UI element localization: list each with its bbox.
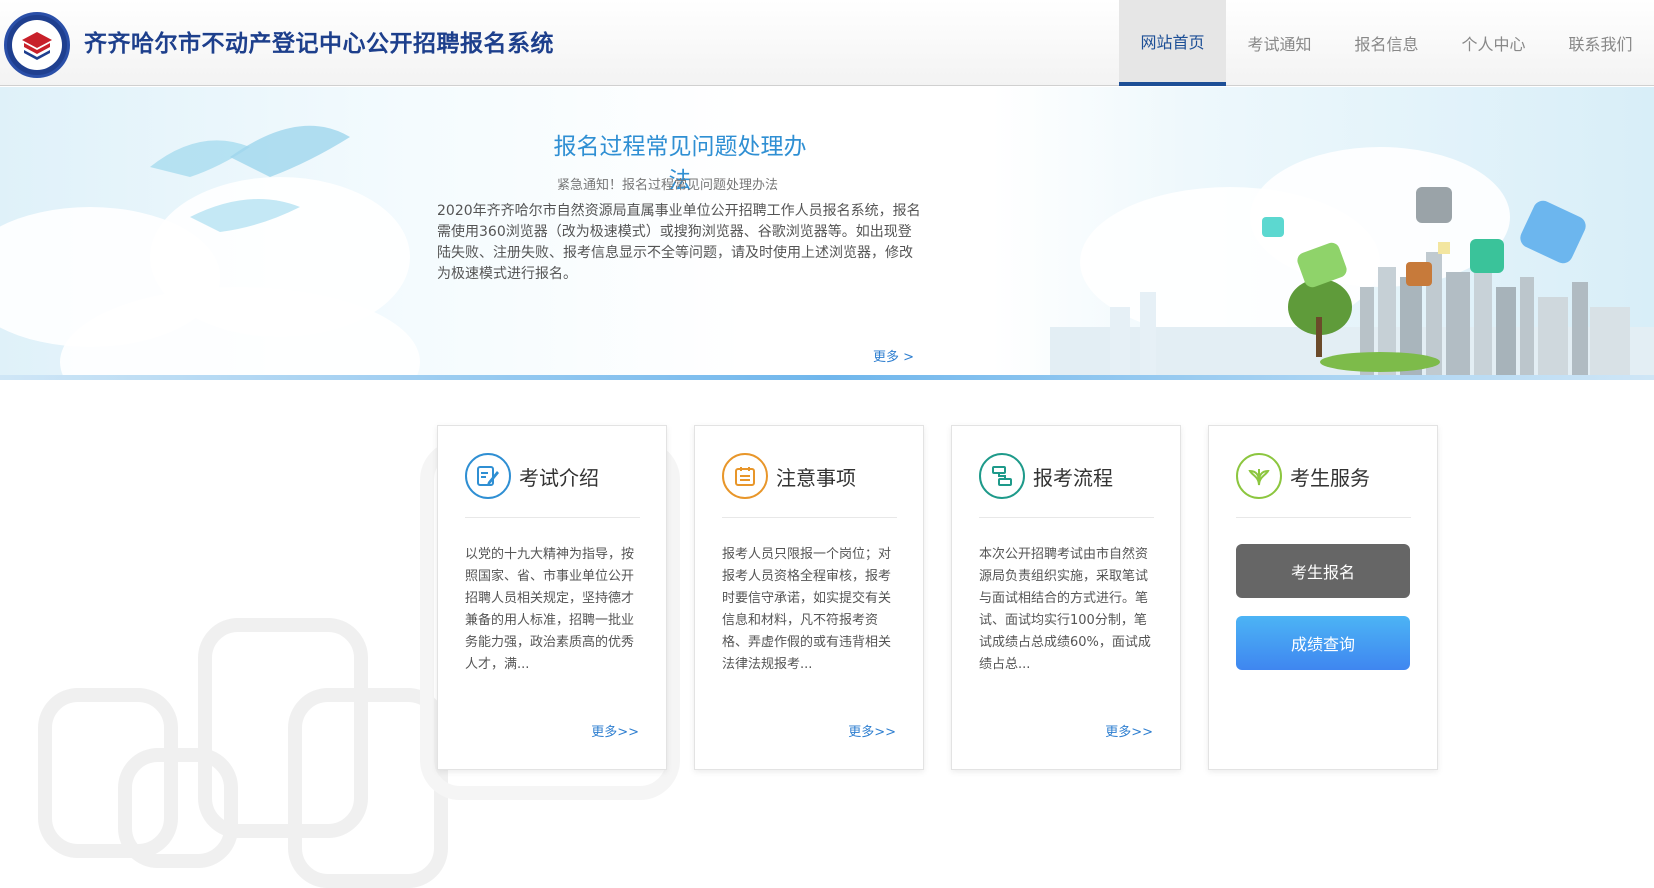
score-query-button[interactable]: 成绩查询 (1236, 616, 1410, 670)
card-exam-intro: 考试介绍 以党的十九大精神为指导，按照国家、省、市事业单位公开招聘人员相关规定，… (437, 425, 667, 770)
edit-document-icon (465, 453, 511, 499)
card-text: 报考人员只限报一个岗位；对报考人员资格全程审核，报考时要信守承诺，如实提交有关信… (722, 547, 892, 672)
nav-item-registration-info[interactable]: 报名信息 (1333, 0, 1440, 86)
card-more-link[interactable]: 更多>> (1105, 721, 1153, 740)
banner: 报名过程常见问题处理办法 紧急通知！报名过程常见问题处理办法 2020年齐齐哈尔… (0, 87, 1654, 375)
card-candidate-service: 考生服务 考生报名 成绩查询 (1208, 425, 1438, 770)
logo[interactable] (4, 12, 70, 78)
flow-chart-icon (979, 453, 1025, 499)
card-text: 本次公开招聘考试由市自然资源局负责组织实施，采取笔试与面试相结合的方式进行。笔试… (979, 547, 1151, 672)
card-title: 考试介绍 (519, 465, 599, 490)
card-header: 考试介绍 (465, 453, 599, 499)
card-divider (465, 517, 640, 518)
card-header: 报考流程 (979, 453, 1113, 499)
nav-item-personal-center[interactable]: 个人中心 (1440, 0, 1547, 86)
banner-text: 2020年齐齐哈尔市自然资源局直属事业单位公开招聘工作人员报名系统，报名需使用3… (437, 203, 921, 282)
nav-item-home[interactable]: 网站首页 (1119, 0, 1226, 86)
card-notes: 注意事项 报考人员只限报一个岗位；对报考人员资格全程审核，报考时要信守承诺，如实… (694, 425, 924, 770)
card-title: 报考流程 (1033, 465, 1113, 490)
card-more-link[interactable]: 更多>> (591, 721, 639, 740)
calendar-icon (722, 453, 768, 499)
card-title: 注意事项 (776, 465, 856, 490)
birds-illustration (150, 125, 350, 232)
city-skyline-illustration (1050, 187, 1654, 375)
banner-more-link[interactable]: 更多 > (873, 346, 914, 365)
card-title: 考生服务 (1290, 465, 1370, 490)
card-process: 报考流程 本次公开招聘考试由市自然资源局负责组织实施，采取笔试与面试相结合的方式… (951, 425, 1181, 770)
leaf-service-icon (1236, 453, 1282, 499)
card-header: 考生服务 (1236, 453, 1370, 499)
card-header: 注意事项 (722, 453, 856, 499)
card-divider (979, 517, 1154, 518)
site-title: 齐齐哈尔市不动产登记中心公开招聘报名系统 (84, 31, 554, 57)
card-more-link[interactable]: 更多>> (848, 721, 896, 740)
banner-subtitle: 紧急通知！报名过程常见问题处理办法 (557, 178, 779, 193)
card-divider (1236, 517, 1411, 518)
nav-item-exam-notice[interactable]: 考试通知 (1226, 0, 1333, 86)
card-divider (722, 517, 897, 518)
header: 齐齐哈尔市不动产登记中心公开招聘报名系统 网站首页 考试通知 报名信息 个人中心… (0, 0, 1654, 86)
main-nav: 网站首页 考试通知 报名信息 个人中心 联系我们 (1119, 0, 1654, 86)
real-estate-seal-icon (12, 20, 62, 70)
banner-divider (0, 375, 1654, 380)
register-button[interactable]: 考生报名 (1236, 544, 1410, 598)
nav-item-contact-us[interactable]: 联系我们 (1547, 0, 1654, 86)
card-text: 以党的十九大精神为指导，按照国家、省、市事业单位公开招聘人员相关规定，坚持德才兼… (465, 547, 635, 672)
